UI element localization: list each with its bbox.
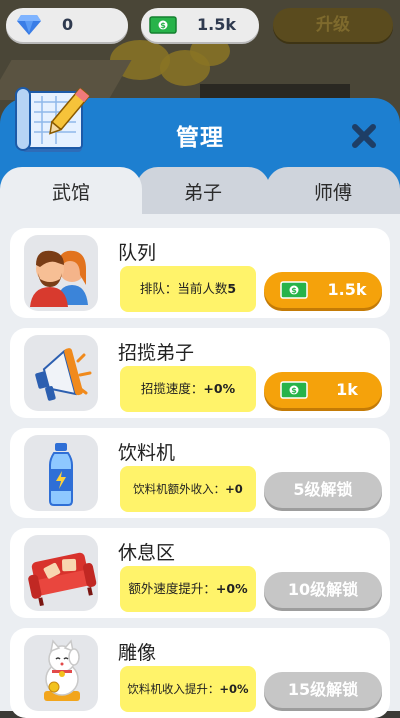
card-info: 排队：当前人数5 [120, 266, 256, 312]
svg-text:$: $ [291, 286, 297, 295]
rest-icon-box [24, 535, 98, 611]
svg-text:$: $ [160, 21, 166, 30]
upgrade-card-statue: 雕像 饮料机收入提升：+0% 15级解锁 [10, 628, 390, 718]
buy-price: 1.5k [327, 280, 367, 299]
card-title: 队列 [118, 242, 157, 264]
cash-counter: $ 1.5k [141, 8, 259, 42]
svg-text:$: $ [291, 386, 297, 395]
locked-button[interactable]: 5级解锁 [264, 472, 382, 508]
upgrade-button[interactable]: 升级 [273, 8, 393, 42]
tab-dojo[interactable]: 武馆 [0, 167, 142, 219]
info-value: +0% [215, 581, 248, 596]
cash-icon: $ [280, 281, 308, 299]
upgrade-card-recruit: 招揽弟子 招揽速度：+0% $ 1k [10, 328, 390, 418]
info-value: +0 [225, 482, 243, 496]
buy-price: 1k [336, 380, 358, 399]
info-value: 5 [227, 281, 237, 296]
upgrade-card-rest-area: 休息区 额外速度提升：+0% 10级解锁 [10, 528, 390, 618]
sofa-icon [28, 552, 97, 607]
card-title: 饮料机 [118, 442, 176, 464]
panel-title: 管理 [176, 125, 224, 151]
gem-count: 0 [62, 15, 74, 34]
card-info: 饮料机收入提升：+0% [120, 666, 256, 712]
tab-disciples[interactable]: 弟子 [136, 167, 270, 219]
card-title: 招揽弟子 [118, 342, 195, 364]
queue-icon-box [24, 235, 98, 311]
background-shadow [200, 84, 350, 98]
statue-icon-box [24, 635, 98, 711]
drink-icon-box [24, 435, 98, 511]
info-label: 饮料机收入提升： [127, 682, 220, 696]
cash-icon: $ [149, 16, 177, 34]
cash-icon: $ [280, 381, 308, 399]
water-bottle-icon [49, 443, 73, 506]
info-label: 排队：当前人数 [139, 281, 228, 296]
gem-counter: 0 [6, 8, 128, 42]
card-info: 饮料机额外收入：+0 [120, 466, 256, 512]
upgrade-card-queue: 队列 排队：当前人数5 $ 1.5k [10, 228, 390, 318]
people-icon [30, 250, 88, 307]
lucky-cat-icon [44, 639, 80, 701]
megaphone-icon [35, 348, 92, 401]
close-icon[interactable] [348, 120, 380, 152]
buy-button[interactable]: $ 1.5k [264, 272, 382, 308]
recruit-icon-box [24, 335, 98, 411]
info-label: 招揽速度： [140, 381, 204, 396]
card-info: 招揽速度：+0% [120, 366, 256, 412]
tab-masters[interactable]: 师傅 [266, 167, 400, 219]
card-title: 休息区 [118, 542, 176, 564]
buy-button[interactable]: $ 1k [264, 372, 382, 408]
diamond-icon [17, 15, 41, 35]
info-value: +0% [219, 682, 249, 696]
info-value: +0% [203, 381, 236, 396]
info-label: 额外速度提升： [128, 581, 216, 596]
upgrade-card-drink-machine: 饮料机 饮料机额外收入：+0 5级解锁 [10, 428, 390, 518]
card-title: 雕像 [118, 642, 157, 664]
locked-button[interactable]: 15级解锁 [264, 672, 382, 708]
cash-amount: 1.5k [197, 15, 236, 34]
info-label: 饮料机额外收入： [133, 482, 226, 496]
card-info: 额外速度提升：+0% [120, 566, 256, 612]
locked-button[interactable]: 10级解锁 [264, 572, 382, 608]
